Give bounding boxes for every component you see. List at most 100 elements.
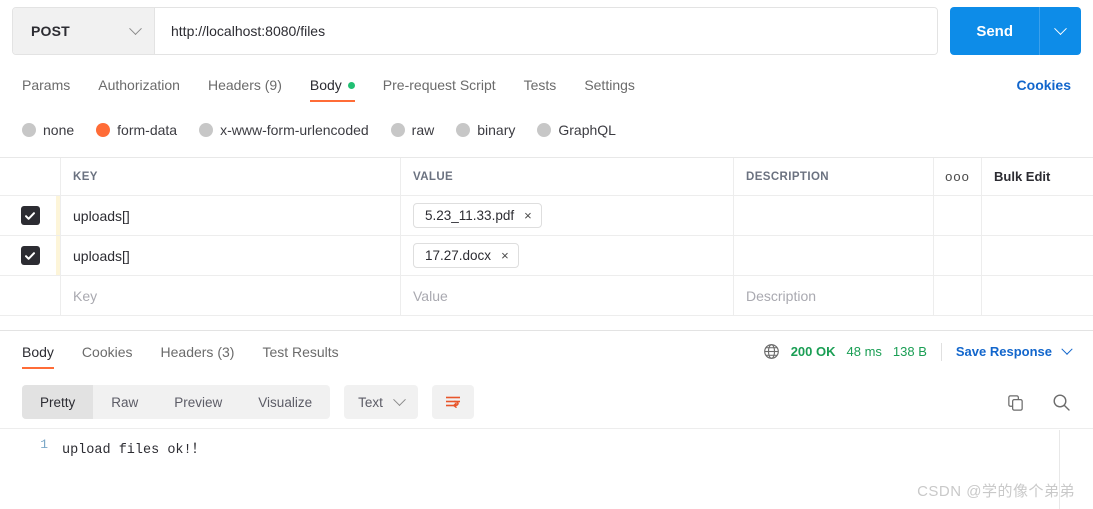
radio-label: form-data [117,122,178,138]
table-placeholder-row: Key Value Description [0,276,1093,316]
header-label: VALUE [413,170,454,183]
chevron-down-icon[interactable] [1061,343,1073,355]
url-group: POST http://localhost:8080/files [12,7,939,55]
tab-label: Headers (9) [207,77,282,93]
header-label: KEY [73,170,98,183]
row-bulk-cell [981,196,1093,235]
tab-tests[interactable]: Tests [524,64,557,106]
header-description-cell: DESCRIPTION [733,158,933,195]
response-tab-body[interactable]: Body [22,331,54,373]
table-row: uploads[] 17.27.docx × [0,236,1093,276]
copy-icon[interactable] [1006,393,1025,412]
word-wrap-button[interactable] [431,385,474,419]
row-value-cell[interactable]: 5.23_11.33.pdf × [400,196,733,235]
body-type-binary[interactable]: binary [456,122,515,138]
view-mode-preview[interactable]: Preview [156,385,240,419]
tab-authorization[interactable]: Authorization [98,64,180,106]
url-text: http://localhost:8080/files [171,23,326,39]
cookies-link[interactable]: Cookies [1017,77,1071,93]
search-icon[interactable] [1051,392,1071,412]
row-checkbox-cell [0,196,60,235]
send-options-button[interactable] [1039,7,1081,55]
body-type-raw[interactable]: raw [390,122,435,138]
body-type-radio-group: none form-data x-www-form-urlencoded raw… [0,110,1093,150]
body-modified-dot-icon [347,81,355,89]
network-globe-icon[interactable] [763,343,780,360]
row-checkbox-cell [0,236,60,275]
tab-body[interactable]: Body [309,64,355,106]
send-button[interactable]: Send [950,7,1039,55]
response-size: 138 B [892,344,927,359]
file-name: 5.23_11.33.pdf [425,208,515,223]
placeholder-key-text: Key [73,287,98,304]
radio-label: GraphQL [558,122,616,138]
chevron-down-icon [129,21,142,35]
tab-headers[interactable]: Headers (9) [208,64,282,106]
response-time: 48 ms [846,344,882,359]
tab-label: Body [22,343,54,360]
bulk-edit-label: Bulk Edit [994,169,1051,184]
response-tab-cookies[interactable]: Cookies [82,331,133,373]
row-key-cell[interactable]: uploads[] [60,236,400,275]
radio-label: raw [411,122,435,138]
placeholder-value-text: Value [413,287,448,304]
row-accent-stripe [56,196,60,235]
response-bar: Body Cookies Headers (3) Test Results 20… [0,330,1093,372]
radio-icon [390,123,405,137]
tab-label: Headers (3) [160,343,235,360]
bulk-edit-button[interactable]: Bulk Edit [981,158,1093,195]
placeholder-description-input[interactable]: Description [733,276,933,315]
request-url-bar: POST http://localhost:8080/files Send [0,0,1093,62]
send-group: Send [950,7,1081,55]
placeholder-bulk-cell [981,276,1093,315]
row-options-cell[interactable] [933,236,981,275]
row-key-text: uploads[] [73,207,130,224]
body-type-none[interactable]: none [22,122,74,138]
response-format-label: Text [358,394,383,410]
row-description-cell[interactable] [733,196,933,235]
header-value-cell: VALUE [400,158,733,195]
response-tools [1006,392,1071,412]
row-value-cell[interactable]: 17.27.docx × [400,236,733,275]
http-method-select[interactable]: POST [13,8,155,54]
view-mode-segmented-control: Pretty Raw Preview Visualize [22,385,331,419]
placeholder-key-input[interactable]: Key [60,276,400,315]
view-mode-pretty[interactable]: Pretty [22,385,94,419]
table-header-row: KEY VALUE DESCRIPTION ooo Bulk Edit [0,158,1093,196]
body-type-form-data[interactable]: form-data [96,122,177,138]
row-checkbox[interactable] [20,246,40,265]
response-tab-test-results[interactable]: Test Results [262,331,338,373]
table-options-button[interactable]: ooo [933,158,981,195]
row-accent-stripe [56,236,60,275]
tab-label: Pre-request Script [382,77,496,93]
placeholder-options-cell [933,276,981,315]
view-mode-raw[interactable]: Raw [93,385,156,419]
header-label: DESCRIPTION [746,170,829,183]
tab-settings[interactable]: Settings [584,64,635,106]
line-text: upload files ok!！ [62,443,206,458]
row-description-cell[interactable] [733,236,933,275]
chevron-down-icon [392,392,406,406]
header-key-cell: KEY [60,158,400,195]
row-checkbox[interactable] [20,206,40,225]
row-key-cell[interactable]: uploads[] [60,196,400,235]
word-wrap-icon [445,396,460,408]
watermark: CSDN @学的像个弟弟 [917,483,1075,500]
response-format-select[interactable]: Text [344,385,418,419]
response-status: 200 OK [790,344,836,359]
file-name: 17.27.docx [425,248,492,263]
tab-label: Test Results [262,343,339,360]
placeholder-value-input[interactable]: Value [400,276,733,315]
response-tab-headers[interactable]: Headers (3) [161,331,235,373]
url-input[interactable]: http://localhost:8080/files [155,8,938,54]
remove-file-icon[interactable]: × [501,249,509,262]
body-type-x-www-form-urlencoded[interactable]: x-www-form-urlencoded [199,122,369,138]
tab-pre-request-script[interactable]: Pre-request Script [383,64,496,106]
remove-file-icon[interactable]: × [524,209,532,222]
request-tabs: Params Authorization Headers (9) Body Pr… [0,64,1093,106]
save-response-button[interactable]: Save Response [956,344,1052,359]
row-options-cell[interactable] [933,196,981,235]
view-mode-visualize[interactable]: Visualize [240,385,330,419]
tab-params[interactable]: Params [22,64,70,106]
body-type-graphql[interactable]: GraphQL [537,122,616,138]
